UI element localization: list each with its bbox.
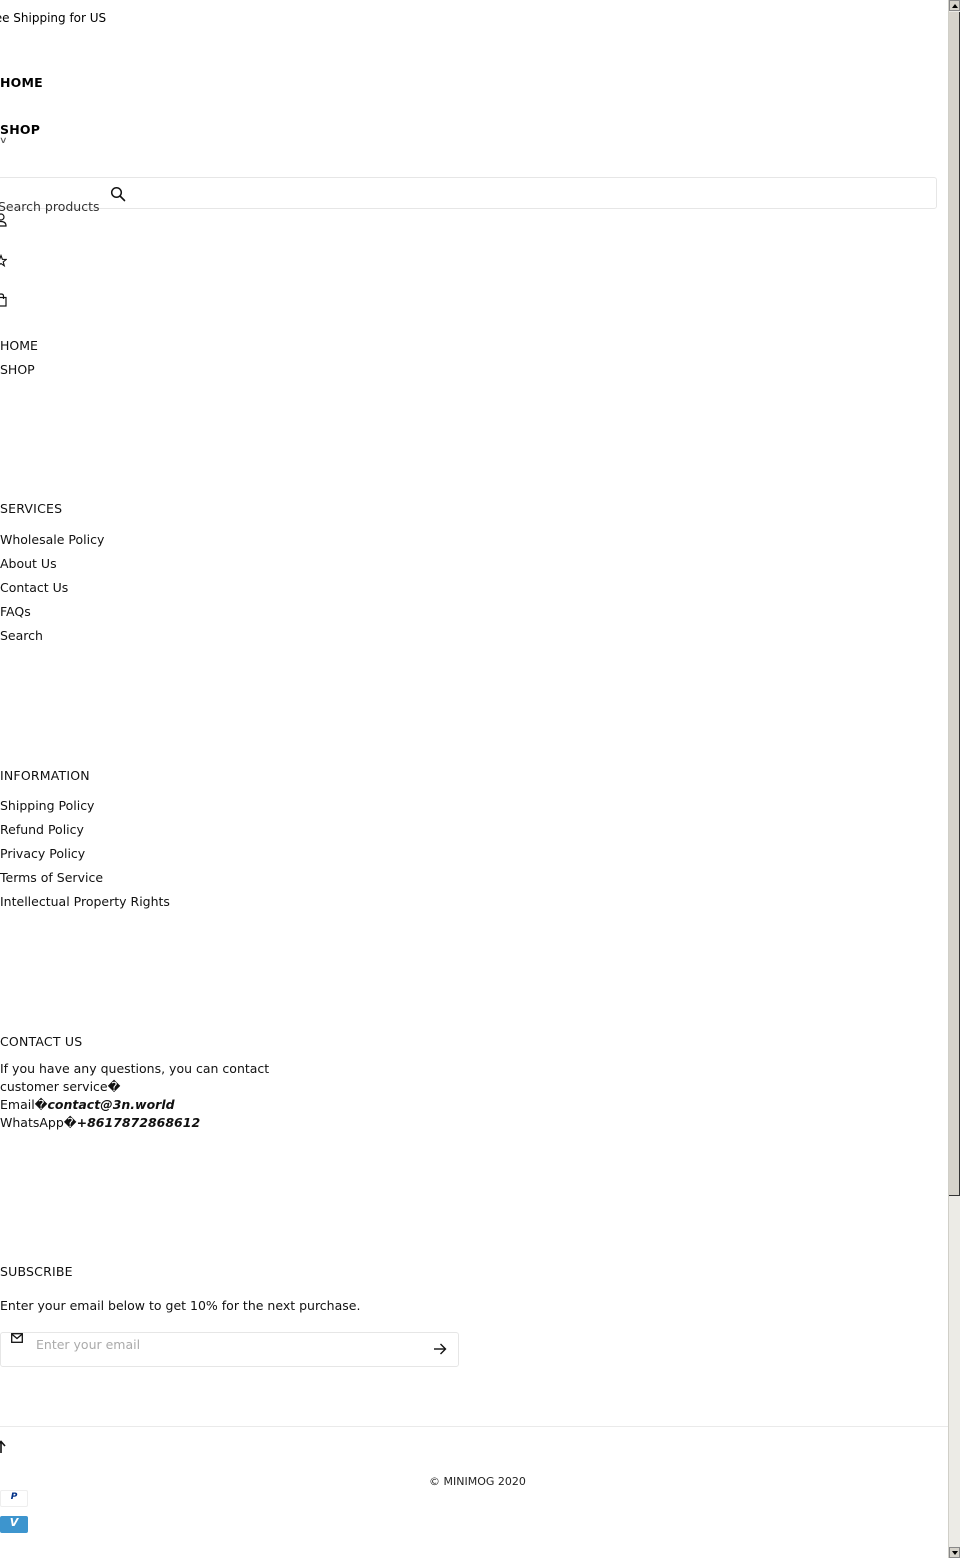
- subscribe-text: Enter your email below to get 10% for th…: [0, 1298, 361, 1313]
- venmo-icon: V: [0, 1516, 28, 1533]
- chevron-down-icon[interactable]: ∨: [0, 136, 8, 146]
- email-label: Email�: [0, 1097, 48, 1112]
- scroll-down-button[interactable]: [949, 1547, 960, 1558]
- link-wholesale-policy[interactable]: Wholesale Policy: [0, 532, 104, 547]
- mobile-nav-shop[interactable]: SHOP: [0, 362, 35, 377]
- link-terms-of-service[interactable]: Terms of Service: [0, 870, 103, 885]
- venmo-glyph: V: [9, 1516, 19, 1529]
- contact-email[interactable]: contact@3n.world: [48, 1097, 175, 1112]
- scrollbar-thumb[interactable]: [949, 12, 960, 1196]
- contact-title: CONTACT US: [0, 1034, 83, 1049]
- link-refund-policy[interactable]: Refund Policy: [0, 822, 84, 837]
- link-privacy-policy[interactable]: Privacy Policy: [0, 846, 85, 861]
- star-icon[interactable]: [0, 254, 7, 268]
- services-title: SERVICES: [0, 501, 63, 516]
- link-contact-us[interactable]: Contact Us: [0, 580, 68, 595]
- contact-line: If you have any questions, you can conta…: [0, 1061, 270, 1076]
- contact-whatsapp[interactable]: +8617872868612: [77, 1115, 201, 1130]
- arrow-up-icon[interactable]: [0, 1440, 6, 1454]
- mobile-nav-home[interactable]: HOME: [0, 338, 38, 353]
- arrow-right-icon[interactable]: [432, 1341, 448, 1357]
- subscribe-email-input[interactable]: [36, 1334, 416, 1354]
- link-shipping-policy[interactable]: Shipping Policy: [0, 798, 94, 813]
- search-input[interactable]: Search products: [0, 199, 100, 214]
- search-icon[interactable]: [110, 186, 126, 202]
- nav-home[interactable]: HOME: [0, 75, 43, 90]
- information-title: INFORMATION: [0, 768, 90, 783]
- link-intellectual-property[interactable]: Intellectual Property Rights: [0, 894, 170, 909]
- contact-whatsapp-row: WhatsApp�+8617872868612: [0, 1114, 200, 1132]
- shopping-bag-icon[interactable]: [0, 293, 7, 307]
- link-about-us[interactable]: About Us: [0, 556, 57, 571]
- paypal-icon: P: [0, 1490, 28, 1507]
- contact-line: customer service�: [0, 1079, 121, 1094]
- link-search[interactable]: Search: [0, 628, 43, 643]
- whatsapp-label: WhatsApp�: [0, 1115, 77, 1130]
- link-faqs[interactable]: FAQs: [0, 604, 31, 619]
- scroll-up-button[interactable]: [949, 0, 960, 11]
- copyright: © MINIMOG 2020: [429, 1475, 526, 1488]
- search-box[interactable]: [0, 177, 937, 209]
- page: Free Shipping for US HOME SHOP ∨ Search …: [0, 0, 948, 1558]
- vertical-scrollbar[interactable]: [948, 0, 960, 1558]
- footer-divider: [0, 1426, 948, 1427]
- user-icon[interactable]: [0, 213, 7, 227]
- paypal-glyph: P: [10, 1492, 18, 1502]
- subscribe-title: SUBSCRIBE: [0, 1264, 73, 1279]
- announcement-bar: Free Shipping for US: [0, 11, 107, 25]
- mail-icon: [11, 1333, 23, 1343]
- nav-shop[interactable]: SHOP: [0, 122, 40, 137]
- contact-email-row: Email�contact@3n.world: [0, 1096, 175, 1114]
